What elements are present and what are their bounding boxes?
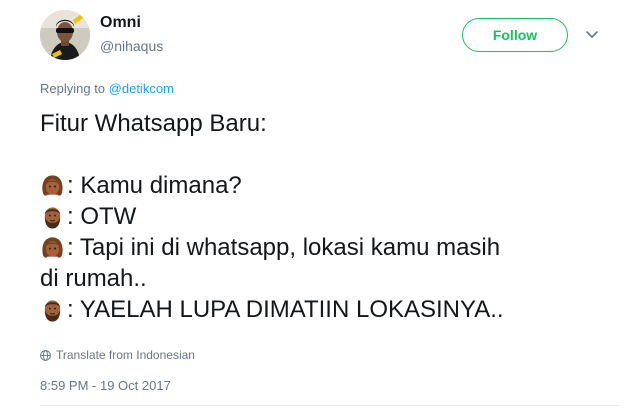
replying-to: Replying to @detikcom bbox=[40, 81, 174, 96]
tweet-line: : Tapi ini di whatsapp, lokasi kamu masi… bbox=[40, 232, 600, 263]
author-handle[interactable]: @nihaqus bbox=[100, 38, 163, 54]
replying-prefix: Replying to bbox=[40, 81, 109, 96]
follow-button[interactable]: Follow bbox=[462, 18, 568, 52]
tweet-line: : YAELAH LUPA DIMATIIN LOKASINYA.. bbox=[40, 294, 600, 325]
avatar[interactable] bbox=[40, 10, 90, 60]
woman-emoji-icon bbox=[42, 236, 63, 258]
tweet-timestamp[interactable]: 8:59 PM - 19 Oct 2017 bbox=[40, 378, 171, 393]
tweet-text: Fitur Whatsapp Baru: : Kamu dimana?: OT… bbox=[40, 108, 600, 325]
tweet-line: Fitur Whatsapp Baru: bbox=[40, 108, 600, 139]
tweet-line: : OTW bbox=[40, 201, 600, 232]
translate-label[interactable]: Translate from Indonesian bbox=[56, 348, 195, 362]
chevron-down-icon[interactable] bbox=[584, 28, 600, 42]
author-name[interactable]: Omni bbox=[100, 14, 141, 32]
bearded-man-emoji-icon bbox=[44, 299, 61, 322]
tweet-line-text: di rumah.. bbox=[40, 265, 147, 292]
tweet-line-text: : Tapi ini di whatsapp, lokasi kamu masi… bbox=[67, 234, 501, 261]
globe-icon bbox=[40, 349, 51, 361]
tweet-line: di rumah.. bbox=[40, 263, 600, 294]
replying-mention-link[interactable]: @detikcom bbox=[109, 81, 174, 96]
tweet-line-text: : OTW bbox=[67, 203, 137, 230]
tweet-line-text: Fitur Whatsapp Baru: bbox=[40, 110, 267, 137]
bearded-man-emoji-icon bbox=[44, 206, 61, 229]
tweet-line-text: : YAELAH LUPA DIMATIIN LOKASINYA.. bbox=[67, 296, 504, 323]
woman-emoji-icon bbox=[42, 174, 63, 196]
tweet-line-text: : Kamu dimana? bbox=[67, 172, 242, 199]
divider bbox=[40, 405, 620, 406]
tweet-line: : Kamu dimana? bbox=[40, 170, 600, 201]
tweet-card: Omni @nihaqus Follow Replying to @detikc… bbox=[0, 0, 640, 412]
user-avatar-image bbox=[40, 10, 90, 60]
translate-link[interactable]: Translate from Indonesian bbox=[40, 348, 195, 362]
